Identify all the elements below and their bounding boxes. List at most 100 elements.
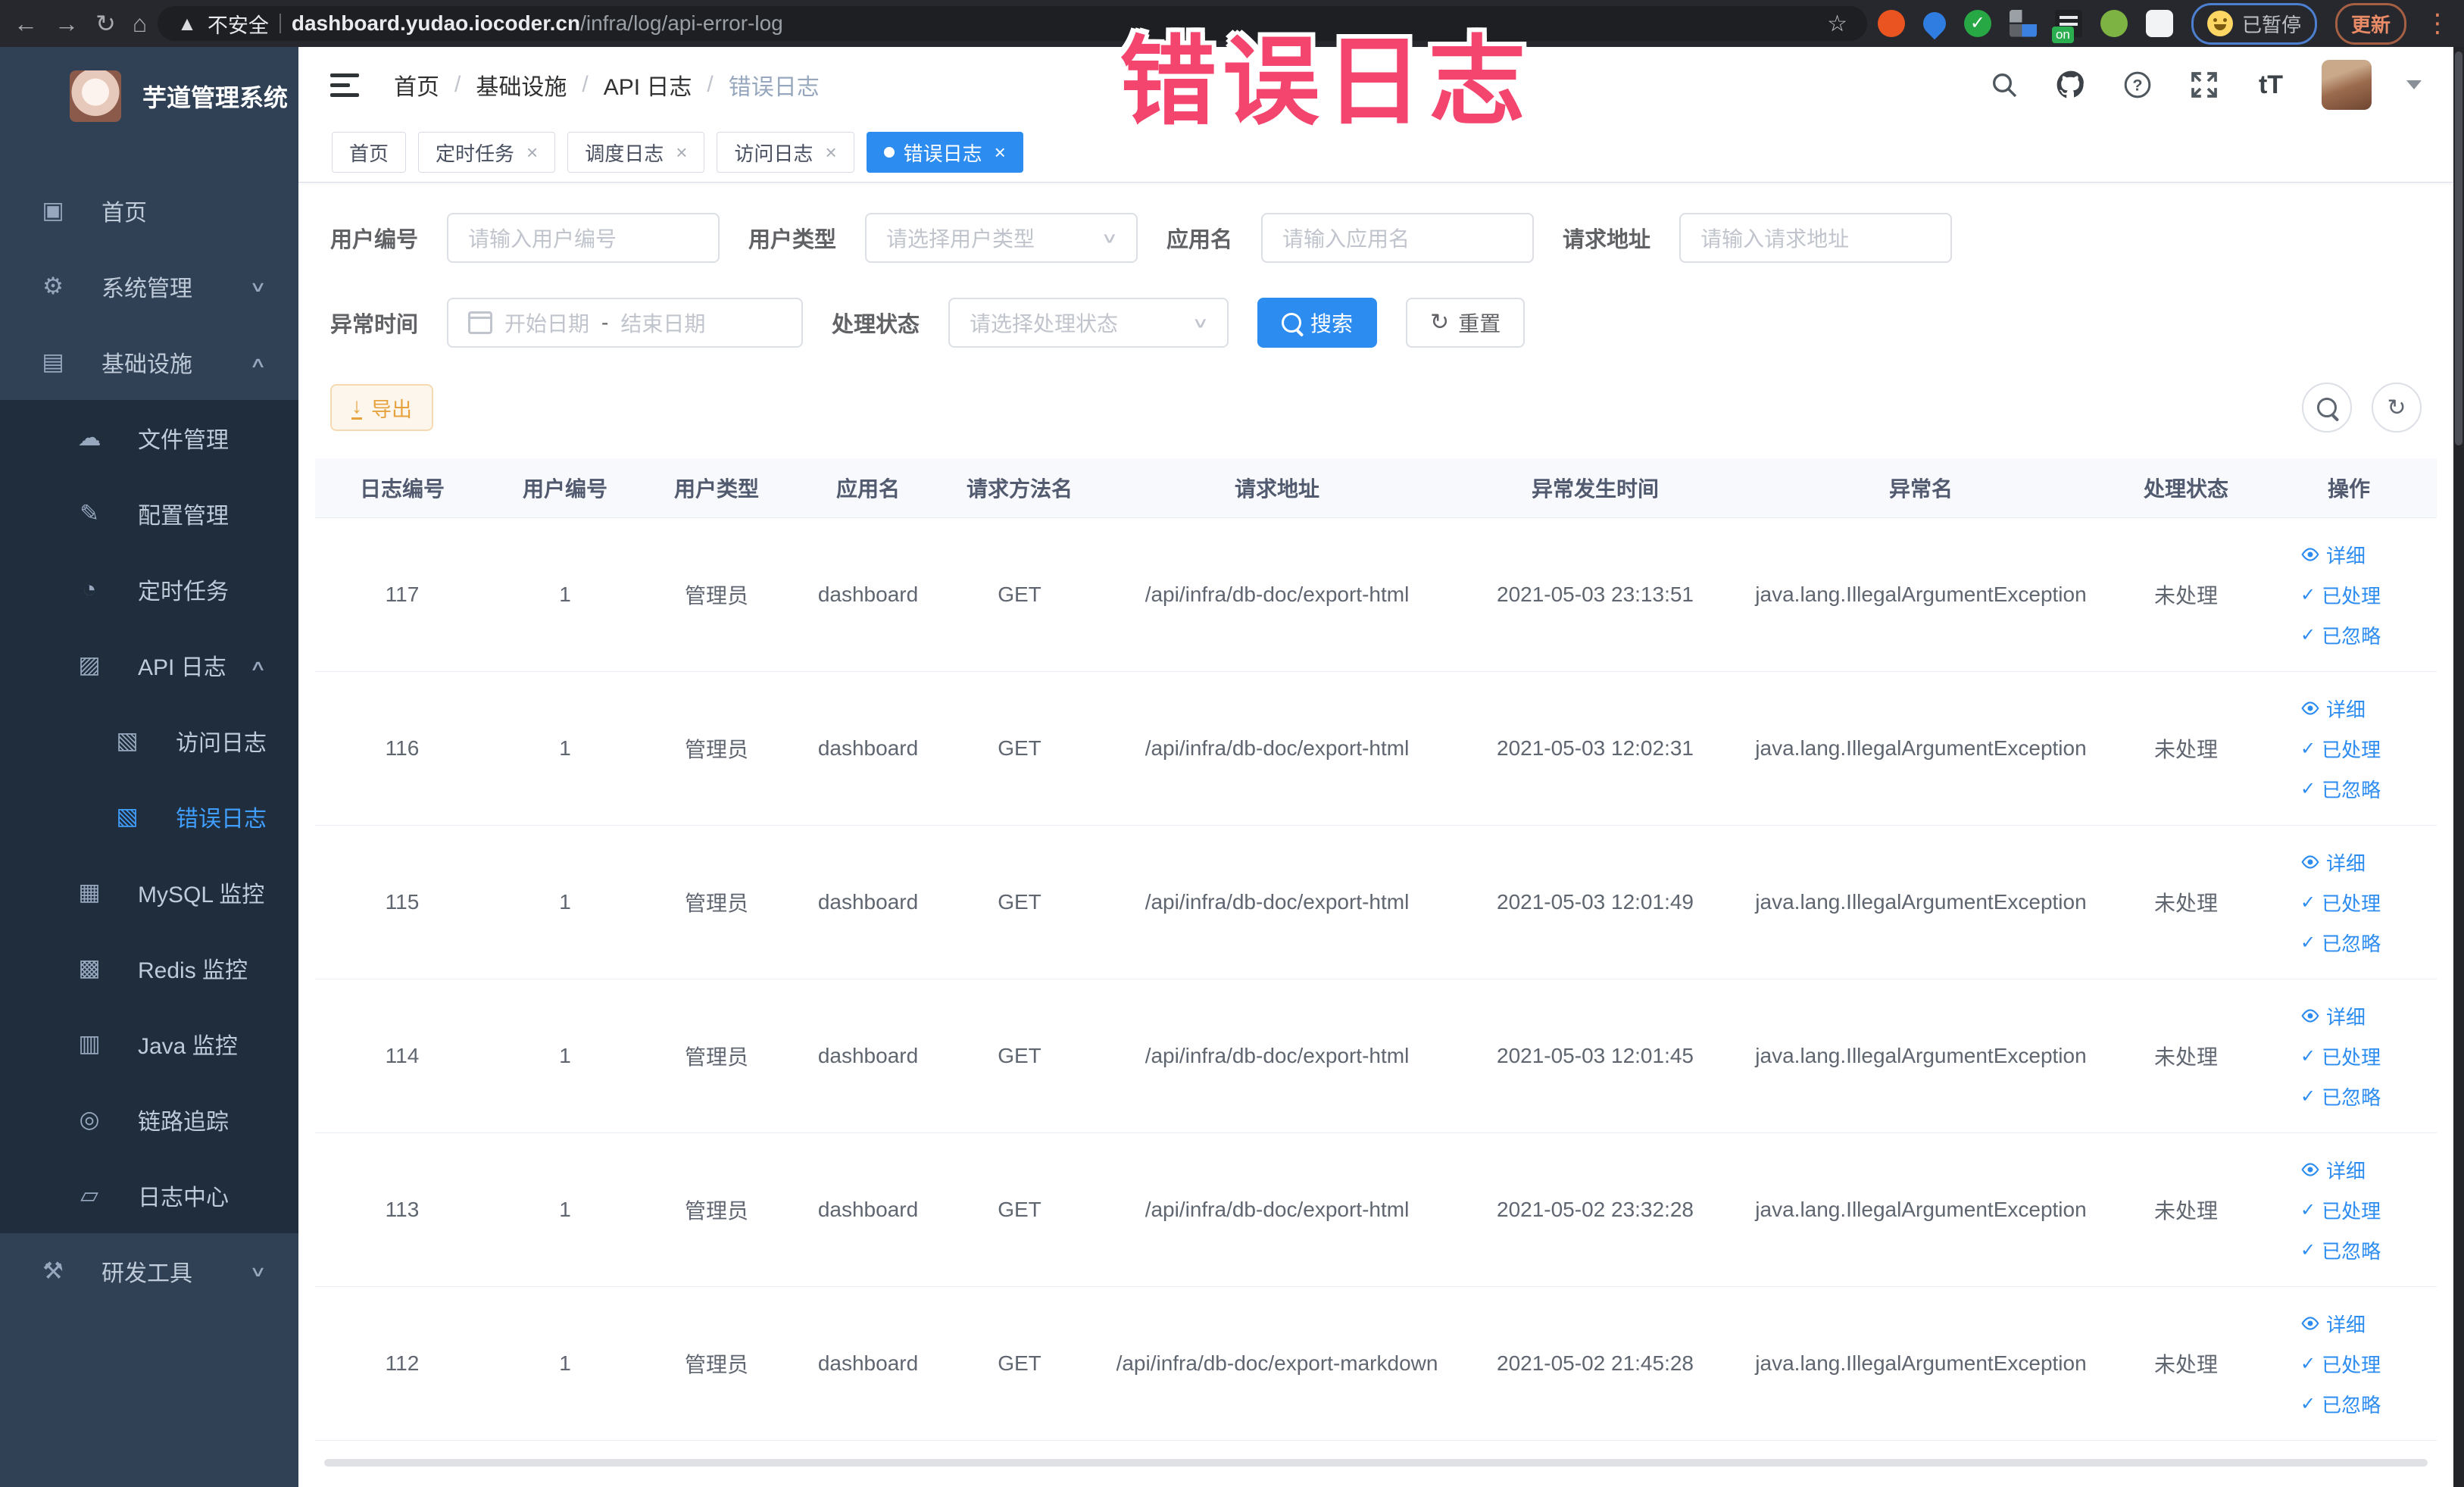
breadcrumb-item[interactable]: 首页 — [394, 68, 439, 102]
chevron-down-icon: ∨ — [1191, 314, 1210, 331]
sidebar-item[interactable]: ▱ 日志中心 — [0, 1157, 298, 1233]
export-button[interactable]: ↓ 导出 — [330, 384, 433, 431]
request-url-input[interactable]: 请输入请求地址 — [1679, 213, 1953, 263]
exception-time-range-picker[interactable]: 开始日期 - 结束日期 — [447, 298, 804, 348]
cell-method: GET — [998, 583, 1042, 606]
sidebar-item[interactable]: ◔ 定时任务 — [0, 551, 298, 627]
horizontal-scrollbar[interactable] — [324, 1459, 2428, 1467]
action-label: 详细 — [2326, 544, 2366, 567]
reset-button[interactable]: ↻ 重置 — [1406, 298, 1526, 348]
tab[interactable]: 调度日志 × — [567, 132, 705, 173]
action-detail-link[interactable]: 详细 — [2300, 695, 2397, 723]
sidebar-item[interactable]: ▩ Redis 监控 — [0, 930, 298, 1006]
sidebar-item[interactable]: ▧ 访问日志 — [0, 703, 298, 779]
font-size-icon[interactable]: tT — [2255, 69, 2287, 101]
sidebar-item[interactable]: ✎ 配置管理 — [0, 476, 298, 551]
browser-update-button[interactable]: 更新 — [2334, 2, 2406, 45]
search-button[interactable]: 搜索 — [1257, 298, 1378, 348]
action-processed-link[interactable]: ✓ 已处理 — [2300, 1196, 2397, 1224]
forward-icon[interactable]: → — [55, 11, 79, 36]
user-id-input[interactable]: 请输入用户编号 — [447, 213, 720, 263]
help-icon[interactable]: ? — [2122, 69, 2153, 101]
sidebar-item[interactable]: ▨ API 日志 ∧ — [0, 627, 298, 703]
tab[interactable]: 访问日志 × — [717, 132, 854, 173]
tab[interactable]: 错误日志 × — [866, 132, 1023, 173]
extension-check-icon[interactable] — [1963, 10, 1991, 37]
action-detail-link[interactable]: 详细 — [2300, 848, 2397, 876]
sidebar-item[interactable]: ▥ Java 监控 — [0, 1006, 298, 1082]
sidebar-item[interactable]: ▦ MySQL 监控 — [0, 854, 298, 930]
tab-close-icon[interactable]: × — [995, 141, 1006, 164]
action-processed-link[interactable]: ✓ 已处理 — [2300, 735, 2397, 763]
extension-drop-icon[interactable] — [1918, 7, 1951, 40]
action-detail-link[interactable]: 详细 — [2300, 541, 2397, 569]
search-icon[interactable] — [1988, 69, 2020, 101]
app-name-input[interactable]: 请输入应用名 — [1261, 213, 1535, 263]
cell-url: /api/infra/db-doc/export-html — [1145, 1198, 1410, 1221]
extension-grid-icon[interactable] — [2009, 10, 2037, 37]
action-label: 详细 — [2326, 1313, 2366, 1336]
sidebar-item[interactable]: ⚙ 系统管理 ∨ — [0, 248, 298, 324]
github-icon[interactable] — [2055, 69, 2087, 101]
action-ignored-link[interactable]: ✓ 已忽略 — [2300, 1236, 2397, 1264]
user-type-select[interactable]: 请选择用户类型 ∨ — [865, 213, 1138, 263]
sidebar-item[interactable]: ▤ 基础设施 ∧ — [0, 324, 298, 400]
user-avatar[interactable] — [2322, 60, 2372, 110]
app-title: 芋道管理系统 — [142, 84, 289, 111]
action-processed-link[interactable]: ✓ 已处理 — [2300, 1042, 2397, 1070]
action-detail-link[interactable]: 详细 — [2300, 1156, 2397, 1184]
toggle-search-button[interactable] — [2302, 383, 2352, 433]
action-ignored-link[interactable]: ✓ 已忽略 — [2300, 621, 2397, 649]
check-icon: ✓ — [2300, 1393, 2316, 1414]
refresh-table-button[interactable]: ↻ — [2372, 383, 2422, 433]
profile-paused-badge[interactable]: 已暂停 — [2191, 2, 2317, 45]
sidebar-item[interactable]: ◎ 链路追踪 — [0, 1082, 298, 1157]
action-ignored-link[interactable]: ✓ 已忽略 — [2300, 929, 2397, 957]
scrollbar-thumb[interactable] — [2455, 52, 2462, 445]
action-processed-link[interactable]: ✓ 已处理 — [2300, 1350, 2397, 1378]
cell-id: 113 — [385, 1198, 420, 1221]
sidebar-item[interactable]: ☁ 文件管理 — [0, 400, 298, 476]
address-bar[interactable]: ▲ 不安全 dashboard.yudao.iocoder.cn/infra/l… — [158, 6, 1867, 41]
chevron-down-icon[interactable] — [2406, 80, 2422, 89]
home-icon[interactable]: ⌂ — [133, 11, 147, 36]
extensions-puzzle-icon[interactable] — [2145, 10, 2173, 37]
extension-list-icon[interactable]: on — [2051, 10, 2082, 43]
tab-close-icon[interactable]: × — [526, 141, 538, 164]
cell-status: 未处理 — [2153, 738, 2218, 761]
breadcrumb-item[interactable]: 基础设施 — [476, 68, 567, 102]
action-ignored-link[interactable]: ✓ 已忽略 — [2300, 775, 2397, 803]
chevron-up-icon: ∧ — [249, 656, 267, 673]
action-detail-link[interactable]: 详细 — [2300, 1310, 2397, 1338]
action-processed-link[interactable]: ✓ 已处理 — [2300, 889, 2397, 917]
process-status-select[interactable]: 请选择处理状态 ∨ — [948, 298, 1229, 348]
action-detail-link[interactable]: 详细 — [2300, 1002, 2397, 1030]
extension-ubuntu-icon[interactable] — [1877, 10, 1905, 37]
sidebar-item[interactable]: ▧ 错误日志 — [0, 779, 298, 854]
tab[interactable]: 定时任务 × — [418, 132, 556, 173]
extension-sprout-icon[interactable] — [2100, 10, 2128, 37]
column-header: 处理状态 — [2143, 477, 2228, 501]
cell-exception: java.lang.IllegalArgumentException — [1755, 736, 2087, 760]
extension-on-badge: on — [2051, 26, 2074, 43]
browser-menu-icon[interactable]: ⋮ — [2425, 11, 2450, 36]
action-processed-link[interactable]: ✓ 已处理 — [2300, 581, 2397, 609]
reload-icon[interactable]: ↻ — [95, 11, 116, 36]
cell-status: 未处理 — [2153, 1045, 2218, 1069]
app-logo — [70, 70, 121, 122]
sidebar-item[interactable]: ▣ 首页 — [0, 173, 298, 248]
tab-close-icon[interactable]: × — [825, 141, 836, 164]
sidebar-collapse-button[interactable] — [330, 73, 359, 97]
tab[interactable]: 首页 — [332, 132, 407, 173]
back-icon[interactable]: ← — [14, 11, 38, 36]
sidebar-item-label: 基础设施 — [101, 352, 192, 377]
fullscreen-icon[interactable] — [2188, 69, 2220, 101]
vertical-scrollbar[interactable] — [2453, 47, 2464, 1487]
sidebar-item[interactable]: ⚒ 研发工具 ∨ — [0, 1233, 298, 1309]
action-ignored-link[interactable]: ✓ 已忽略 — [2300, 1082, 2397, 1111]
tab-close-icon[interactable]: × — [676, 141, 687, 164]
bookmark-star-icon[interactable]: ☆ — [1827, 11, 1847, 37]
breadcrumb-item[interactable]: API 日志 — [604, 68, 692, 102]
action-ignored-link[interactable]: ✓ 已忽略 — [2300, 1390, 2397, 1418]
svg-text:?: ? — [2132, 76, 2142, 95]
